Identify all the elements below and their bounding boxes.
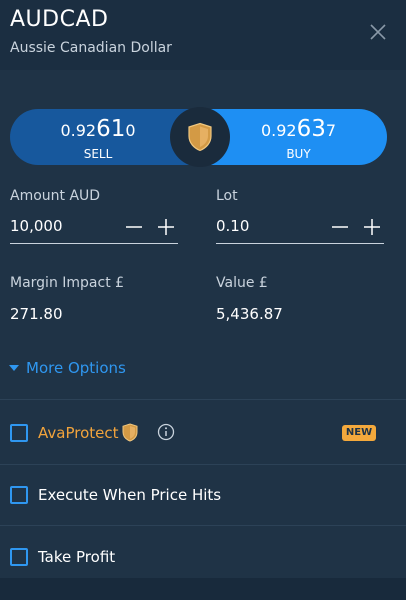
divider	[0, 399, 406, 400]
execute-when-price-hits-label[interactable]: Execute When Price Hits	[38, 486, 221, 504]
avaprotect-row: AvaProtect NEW	[0, 402, 406, 462]
caret-down-icon	[9, 365, 19, 371]
new-badge: NEW	[342, 425, 376, 441]
lot-field[interactable]: 0.10	[216, 214, 384, 244]
lot-value: 0.10	[216, 217, 250, 235]
execute-when-price-hits-checkbox[interactable]	[10, 486, 28, 504]
instrument-header: AUDCAD Aussie Canadian Dollar	[0, 0, 406, 70]
take-profit-checkbox[interactable]	[10, 548, 28, 566]
plus-icon	[158, 219, 174, 235]
avaprotect-checkbox[interactable]	[10, 424, 28, 442]
amount-value: 10,000	[10, 217, 63, 235]
buy-price: 0.92637	[260, 116, 337, 142]
buy-label: BUY	[286, 147, 311, 161]
amount-label: Amount AUD	[10, 188, 101, 204]
more-options-label: More Options	[26, 359, 126, 377]
value-label: Value £	[216, 275, 268, 291]
amount-field[interactable]: 10,000	[10, 214, 178, 244]
sell-label: SELL	[83, 147, 113, 161]
shield-icon	[122, 423, 138, 442]
divider	[0, 464, 406, 465]
bottom-strip	[0, 578, 406, 600]
lot-label: Lot	[216, 188, 238, 204]
minus-icon	[126, 226, 142, 228]
shield-icon	[188, 122, 212, 152]
take-profit-label[interactable]: Take Profit	[38, 548, 115, 566]
minus-icon	[332, 226, 348, 228]
margin-impact-label: Margin Impact £	[10, 275, 125, 291]
amount-increase-button[interactable]	[156, 217, 176, 237]
lot-decrease-button[interactable]	[330, 217, 350, 237]
instrument-symbol: AUDCAD	[10, 7, 109, 32]
value-amount: 5,436.87	[216, 305, 283, 323]
plus-icon	[364, 219, 380, 235]
margin-impact-value: 271.80	[10, 305, 63, 323]
info-icon[interactable]	[157, 423, 175, 441]
execute-row: Execute When Price Hits	[0, 466, 406, 526]
divider	[0, 525, 406, 526]
more-options-toggle[interactable]: More Options	[8, 357, 126, 379]
close-button[interactable]	[368, 22, 388, 42]
trade-bar: 0.92610 SELL 0.92637 BUY	[10, 107, 387, 167]
instrument-name: Aussie Canadian Dollar	[10, 40, 172, 56]
avaprotect-toggle[interactable]	[170, 107, 230, 167]
lot-increase-button[interactable]	[362, 217, 382, 237]
avaprotect-label[interactable]: AvaProtect	[38, 424, 119, 442]
sell-price: 0.92610	[60, 116, 136, 142]
amount-decrease-button[interactable]	[124, 217, 144, 237]
close-icon	[370, 24, 386, 40]
